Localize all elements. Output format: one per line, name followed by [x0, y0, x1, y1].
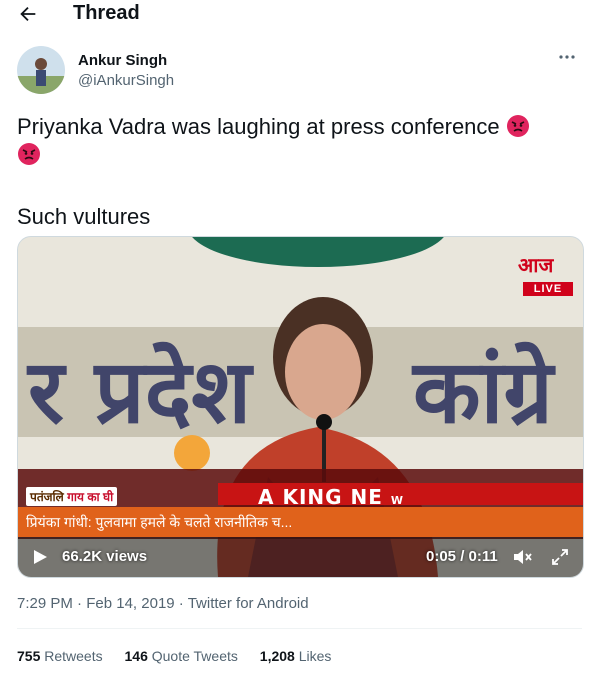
- view-count: 66.2K views: [62, 548, 148, 565]
- quote-tweets-count: 146: [124, 648, 148, 664]
- tweet-stats: 755 Retweets 146 Quote Tweets 1,208 Like…: [17, 648, 349, 664]
- angry-face-icon: [506, 115, 529, 137]
- likes-count: 1,208: [259, 648, 295, 664]
- likes-label: Likes: [298, 648, 332, 664]
- video-player[interactable]: र प्रदेश कांग्रे आज LIVE पतंजलि गाय का घ…: [17, 236, 584, 578]
- ticker-headline-main: A KING NE: [258, 485, 383, 509]
- divider: [17, 628, 582, 629]
- avatar-image: [17, 46, 65, 94]
- live-badge: LIVE: [523, 282, 573, 296]
- retweets-stat[interactable]: 755 Retweets: [17, 648, 103, 664]
- tweet-source-link[interactable]: Twitter for Android: [188, 595, 309, 612]
- quote-tweets-label: Quote Tweets: [151, 648, 238, 664]
- ticker-headline: A KING NE W: [258, 485, 404, 509]
- tweet-date-link[interactable]: Feb 14, 2019: [86, 595, 174, 612]
- svg-text:र प्रदेश: र प्रदेश: [26, 340, 254, 443]
- video-time: 0:05 / 0:11: [426, 548, 498, 565]
- ticker-sponsor-right: गाय का घी: [67, 490, 114, 504]
- tweet-meta: 7:29 PM · Feb 14, 2019 · Twitter for And…: [17, 595, 309, 612]
- avatar[interactable]: [17, 46, 65, 94]
- play-icon[interactable]: [32, 549, 48, 565]
- ticker-sponsor: पतंजलि गाय का घी: [26, 487, 118, 506]
- meta-separator: ·: [77, 595, 83, 612]
- video-controls: 66.2K views 0:05 / 0:11: [18, 537, 583, 577]
- tweet-time-link[interactable]: 7:29 PM: [17, 595, 73, 612]
- author-handle[interactable]: @iAnkurSingh: [78, 72, 174, 89]
- page-title: Thread: [73, 2, 140, 24]
- svg-text:आज: आज: [518, 253, 554, 277]
- svg-text:कांग्रे: कांग्रे: [411, 340, 556, 443]
- tweet-text: Priyanka Vadra was laughing at press con…: [17, 113, 577, 231]
- more-options-icon[interactable]: [557, 52, 577, 62]
- angry-face-icon: [18, 143, 40, 165]
- back-arrow-icon[interactable]: [17, 3, 39, 25]
- meta-separator: ·: [178, 595, 184, 612]
- quote-tweets-stat[interactable]: 146 Quote Tweets: [125, 648, 238, 664]
- volume-muted-icon[interactable]: [512, 547, 534, 567]
- ticker-scroll-text: प्रियंका गांधी: पुलवामा हमले के चलते राज…: [26, 514, 293, 530]
- ticker-headline-small: W: [390, 494, 405, 507]
- tweet-text-line2: Such vultures: [17, 204, 151, 229]
- thread-header: Thread: [0, 0, 595, 28]
- author-name[interactable]: Ankur Singh: [78, 52, 167, 69]
- fullscreen-icon[interactable]: [550, 547, 570, 567]
- tweet-author: Ankur Singh @iAnkurSingh: [17, 46, 577, 98]
- retweets-count: 755: [17, 648, 41, 664]
- likes-stat[interactable]: 1,208 Likes: [260, 648, 332, 664]
- ticker-sponsor-left: पतंजलि: [30, 490, 64, 504]
- tweet-text-line1: Priyanka Vadra was laughing at press con…: [17, 114, 500, 139]
- retweets-label: Retweets: [44, 648, 103, 664]
